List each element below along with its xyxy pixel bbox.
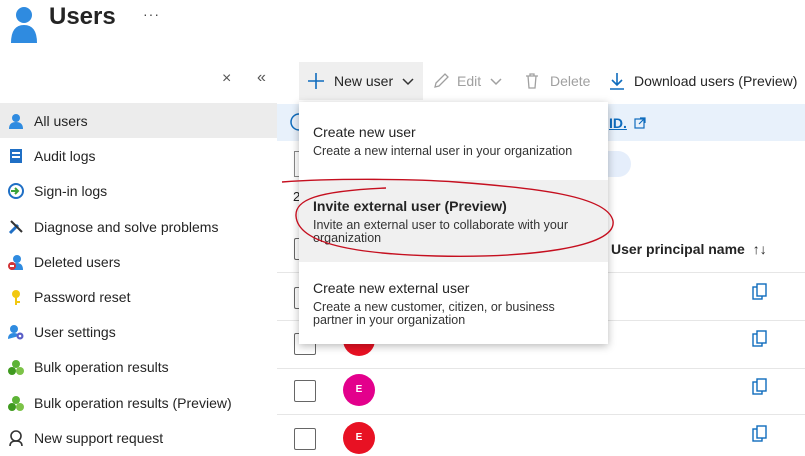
sidebar-item-label: Diagnose and solve problems — [34, 218, 219, 235]
chevron-down-icon — [401, 74, 415, 88]
sidebar-item-audit-logs[interactable]: Audit logs — [0, 138, 277, 173]
sidebar-item-bulk-results[interactable]: Bulk operation results — [0, 349, 277, 384]
download-icon — [608, 71, 626, 91]
sort-icon[interactable]: ↑↓ — [753, 241, 767, 257]
sidebar-item-label: Bulk operation results (Preview) — [34, 394, 232, 411]
edit-label: Edit — [457, 73, 482, 89]
menu-item-create-new-user[interactable]: Create new user Create a new internal us… — [299, 102, 608, 180]
sidebar-item-deleted-users[interactable]: Deleted users — [0, 244, 277, 279]
bulk-icon — [8, 359, 24, 375]
chevron-down-icon — [489, 74, 503, 88]
delete-button[interactable]: Delete — [523, 66, 590, 96]
sidebar-item-user-settings[interactable]: User settings — [0, 314, 277, 349]
trash-icon — [523, 72, 541, 90]
close-icon[interactable]: × — [222, 70, 231, 88]
plus-icon — [306, 71, 326, 91]
sidebar-item-label: All users — [34, 112, 88, 129]
sidebar-item-all-users[interactable]: All users — [0, 103, 277, 138]
copy-icon[interactable] — [752, 330, 767, 347]
avatar: E — [343, 422, 375, 454]
deleted-user-icon — [8, 254, 24, 270]
sidebar-item-sign-in-logs[interactable]: Sign-in logs — [0, 173, 277, 208]
sidebar-item-diagnose[interactable]: Diagnose and solve problems — [0, 209, 277, 244]
download-label: Download users (Preview) — [634, 73, 798, 89]
external-link-icon — [634, 116, 646, 129]
sidebar-item-password-reset[interactable]: Password reset — [0, 279, 277, 314]
more-options-button[interactable]: ··· — [143, 6, 160, 22]
menu-item-description: Create a new internal user in your organ… — [313, 144, 573, 158]
sidebar-item-new-support-request[interactable]: New support request — [0, 420, 277, 455]
row-checkbox[interactable] — [294, 380, 316, 402]
sidebar-item-label: Sign-in logs — [34, 182, 108, 199]
bulk-icon — [8, 395, 24, 411]
key-icon — [8, 289, 24, 305]
page-title: Users — [49, 3, 116, 30]
support-icon — [8, 429, 24, 446]
row-divider — [277, 414, 805, 415]
sidebar-item-label: Deleted users — [34, 253, 121, 270]
copy-icon[interactable] — [752, 378, 767, 395]
sidebar-item-bulk-results-preview[interactable]: Bulk operation results (Preview) — [0, 385, 277, 420]
users-app-icon — [10, 5, 38, 43]
banner-link[interactable]: ID. — [609, 115, 627, 131]
new-user-button[interactable]: New user — [306, 66, 415, 96]
row-checkbox[interactable] — [294, 428, 316, 450]
menu-item-title: Create new user — [313, 124, 416, 140]
download-users-button[interactable]: Download users (Preview) — [608, 66, 797, 96]
sign-in-icon — [8, 182, 24, 199]
user-icon — [8, 113, 24, 129]
user-settings-icon — [8, 324, 24, 340]
edit-button[interactable]: Edit — [432, 66, 503, 96]
copy-icon[interactable] — [752, 283, 767, 300]
new-user-label: New user — [334, 73, 394, 89]
sidebar-item-label: Audit logs — [34, 147, 96, 164]
sidebar-item-label: Password reset — [34, 288, 131, 305]
avatar: E — [343, 374, 375, 406]
annotation-ellipse — [281, 178, 614, 257]
pencil-icon — [432, 72, 450, 90]
column-header-upn[interactable]: User principal name ↑↓ — [611, 241, 767, 257]
wrench-icon — [8, 219, 24, 235]
sidebar-item-label: User settings — [34, 323, 116, 340]
column-header-upn-label: User principal name — [611, 241, 745, 257]
copy-icon[interactable] — [752, 425, 767, 442]
menu-item-description: Create a new customer, citizen, or busin… — [313, 300, 555, 327]
row-divider — [277, 368, 805, 369]
audit-log-icon — [8, 148, 24, 164]
collapse-sidebar-icon[interactable]: « — [257, 69, 266, 87]
delete-label: Delete — [550, 73, 591, 89]
sidebar-item-label: New support request — [34, 429, 164, 446]
sidebar-item-label: Bulk operation results — [34, 358, 169, 375]
menu-item-title: Create new external user — [313, 280, 470, 296]
menu-item-create-external-user[interactable]: Create new external user Create a new cu… — [299, 262, 608, 344]
